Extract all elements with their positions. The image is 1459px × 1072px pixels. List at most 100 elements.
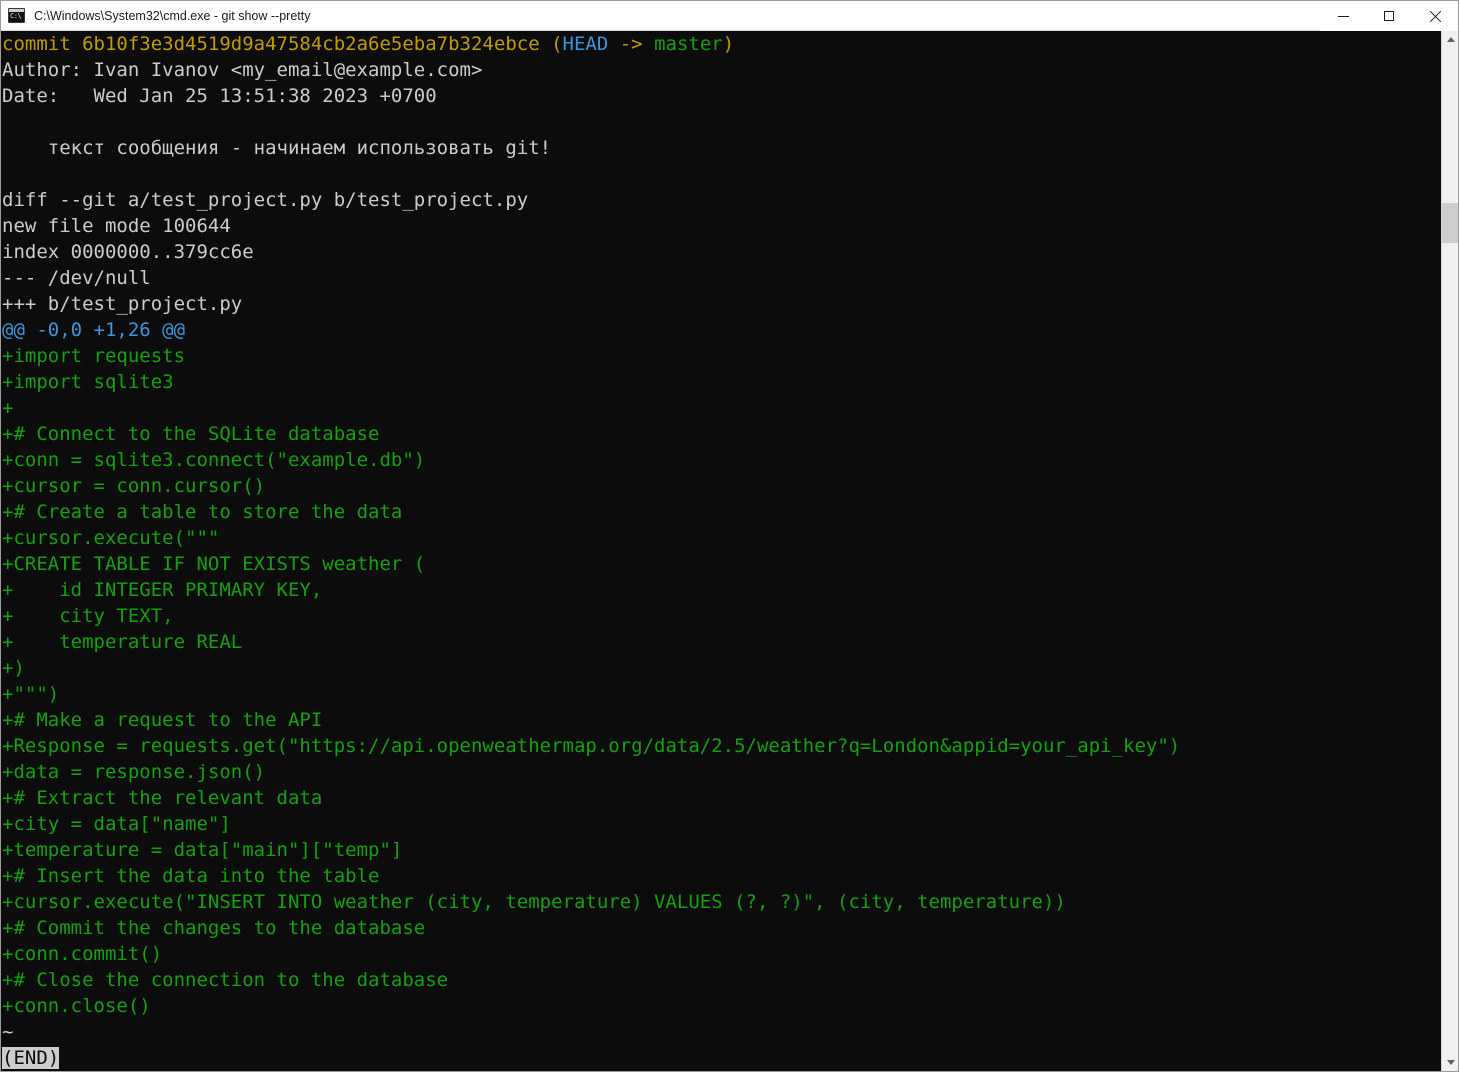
terminal-line: --- /dev/null <box>1 265 1441 291</box>
terminal-line: +data = response.json() <box>1 759 1441 785</box>
terminal-line-text: index 0000000..379cc6e <box>2 241 254 263</box>
terminal-line-text: + <box>2 397 14 419</box>
terminal-line: + id INTEGER PRIMARY KEY, <box>1 577 1441 603</box>
close-icon <box>1429 10 1441 22</box>
terminal-line-text: +# Insert the data into the table <box>2 865 380 887</box>
terminal-line: + <box>1 395 1441 421</box>
pager-prompt-line: (END) <box>1 1045 1441 1071</box>
terminal-line-segment: -> <box>608 33 655 55</box>
terminal-line-text: +city = data["name"] <box>2 813 231 835</box>
terminal-line: commit 6b10f3e3d4519d9a47584cb2a6e5eba7b… <box>1 31 1441 57</box>
terminal-line: +# Close the connection to the database <box>1 967 1441 993</box>
cmd-console-icon <box>8 8 25 23</box>
terminal-line-text: +temperature = data["main"]["temp"] <box>2 839 403 861</box>
terminal-line: +conn.commit() <box>1 941 1441 967</box>
terminal-line-text: +import sqlite3 <box>2 371 174 393</box>
window-title: C:\Windows\System32\cmd.exe - git show -… <box>34 8 311 23</box>
terminal-line-text: +conn.commit() <box>2 943 163 965</box>
terminal-line: +CREATE TABLE IF NOT EXISTS weather ( <box>1 551 1441 577</box>
terminal-line: +Response = requests.get("https://api.op… <box>1 733 1441 759</box>
terminal-line: + temperature REAL <box>1 629 1441 655</box>
terminal-line: +cursor = conn.cursor() <box>1 473 1441 499</box>
terminal-line-text: +# Connect to the SQLite database <box>2 423 380 445</box>
terminal-line: Author: Ivan Ivanov <my_email@example.co… <box>1 57 1441 83</box>
terminal-line-text: +) <box>2 657 25 679</box>
terminal-output[interactable]: commit 6b10f3e3d4519d9a47584cb2a6e5eba7b… <box>1 31 1441 1071</box>
terminal-line-text: +# Extract the relevant data <box>2 787 323 809</box>
terminal-line: +# Make a request to the API <box>1 707 1441 733</box>
terminal-line-text: + id INTEGER PRIMARY KEY, <box>2 579 323 601</box>
title-bar-left: C:\Windows\System32\cmd.exe - git show -… <box>1 8 1320 23</box>
terminal-line-text: --- /dev/null <box>2 267 151 289</box>
terminal-line-text: +# Commit the changes to the database <box>2 917 426 939</box>
terminal-line: +""") <box>1 681 1441 707</box>
terminal-line: +city = data["name"] <box>1 811 1441 837</box>
terminal-line-text: Author: Ivan Ivanov <my_email@example.co… <box>2 59 483 81</box>
terminal-line: Date: Wed Jan 25 13:51:38 2023 +0700 <box>1 83 1441 109</box>
terminal-line: diff --git a/test_project.py b/test_proj… <box>1 187 1441 213</box>
terminal-line-text: ~ <box>2 1021 14 1043</box>
terminal-line-segment: ) <box>722 33 735 55</box>
scroll-down-icon <box>1446 1060 1455 1065</box>
output-lines: commit 6b10f3e3d4519d9a47584cb2a6e5eba7b… <box>1 31 1441 1045</box>
terminal-line-segment: commit 6b10f3e3d4519d9a47584cb2a6e5eba7b… <box>2 33 552 55</box>
terminal-line-text: +conn = sqlite3.connect("example.db") <box>2 449 426 471</box>
terminal-line: new file mode 100644 <box>1 213 1441 239</box>
window-controls <box>1320 0 1458 31</box>
maximize-button[interactable] <box>1366 0 1412 31</box>
terminal-line-text: new file mode 100644 <box>2 215 231 237</box>
terminal-line-text: +# Create a table to store the data <box>2 501 403 523</box>
terminal-line: +# Commit the changes to the database <box>1 915 1441 941</box>
close-button[interactable] <box>1412 0 1458 31</box>
terminal-line: +cursor.execute("INSERT INTO weather (ci… <box>1 889 1441 915</box>
terminal-line-text: +cursor = conn.cursor() <box>2 475 266 497</box>
terminal-line: @@ -0,0 +1,26 @@ <box>1 317 1441 343</box>
terminal-line: +# Connect to the SQLite database <box>1 421 1441 447</box>
title-bar[interactable]: C:\Windows\System32\cmd.exe - git show -… <box>1 0 1458 31</box>
terminal-line-text: + temperature REAL <box>2 631 243 653</box>
scrollbar-thumb[interactable] <box>1442 203 1458 243</box>
terminal-line: +# Create a table to store the data <box>1 499 1441 525</box>
terminal-line-text: @@ -0,0 +1,26 @@ <box>2 319 186 341</box>
terminal-line-text: +CREATE TABLE IF NOT EXISTS weather ( <box>2 553 426 575</box>
terminal-line: текст сообщения - начинаем использовать … <box>1 135 1441 161</box>
terminal-line-segment: ( <box>551 33 563 55</box>
terminal-line-text: +Response = requests.get("https://api.op… <box>2 735 1181 757</box>
terminal-line-text: +# Make a request to the API <box>2 709 323 731</box>
terminal-line: ~ <box>1 1019 1441 1045</box>
terminal-line-text: +cursor.execute("INSERT INTO weather (ci… <box>2 891 1066 913</box>
terminal-line-text: +conn.close() <box>2 995 151 1017</box>
terminal-line-text: текст сообщения - начинаем использовать … <box>2 137 552 159</box>
terminal-line-text: +cursor.execute(""" <box>2 527 220 549</box>
terminal-line-text: +import requests <box>2 345 186 367</box>
terminal-line-text: +++ b/test_project.py <box>2 293 243 315</box>
terminal-line: +) <box>1 655 1441 681</box>
terminal-line-text: + city TEXT, <box>2 605 174 627</box>
terminal-line: +conn = sqlite3.connect("example.db") <box>1 447 1441 473</box>
scroll-up-button[interactable] <box>1442 31 1458 48</box>
pager-prompt[interactable]: (END) <box>2 1047 60 1069</box>
terminal-line-text: +data = response.json() <box>2 761 266 783</box>
terminal-line-segment: master <box>654 33 723 55</box>
terminal-line-text: diff --git a/test_project.py b/test_proj… <box>2 189 529 211</box>
terminal-line-text: +# Close the connection to the database <box>2 969 449 991</box>
scroll-down-button[interactable] <box>1442 1054 1458 1071</box>
terminal-line: +cursor.execute(""" <box>1 525 1441 551</box>
terminal-line: +import requests <box>1 343 1441 369</box>
maximize-icon <box>1384 10 1394 21</box>
cmd-window: C:\Windows\System32\cmd.exe - git show -… <box>0 0 1459 1072</box>
terminal-line: + city TEXT, <box>1 603 1441 629</box>
terminal-line: +# Insert the data into the table <box>1 863 1441 889</box>
scroll-up-icon <box>1446 37 1455 42</box>
vertical-scrollbar[interactable] <box>1441 31 1458 1071</box>
terminal-line-text: +""") <box>2 683 60 705</box>
terminal-line: +# Extract the relevant data <box>1 785 1441 811</box>
terminal-line-segment: HEAD <box>562 33 609 55</box>
terminal-line: +temperature = data["main"]["temp"] <box>1 837 1441 863</box>
minimize-button[interactable] <box>1320 0 1366 31</box>
terminal-line: +++ b/test_project.py <box>1 291 1441 317</box>
terminal-line: +import sqlite3 <box>1 369 1441 395</box>
minimize-icon <box>1337 15 1349 17</box>
